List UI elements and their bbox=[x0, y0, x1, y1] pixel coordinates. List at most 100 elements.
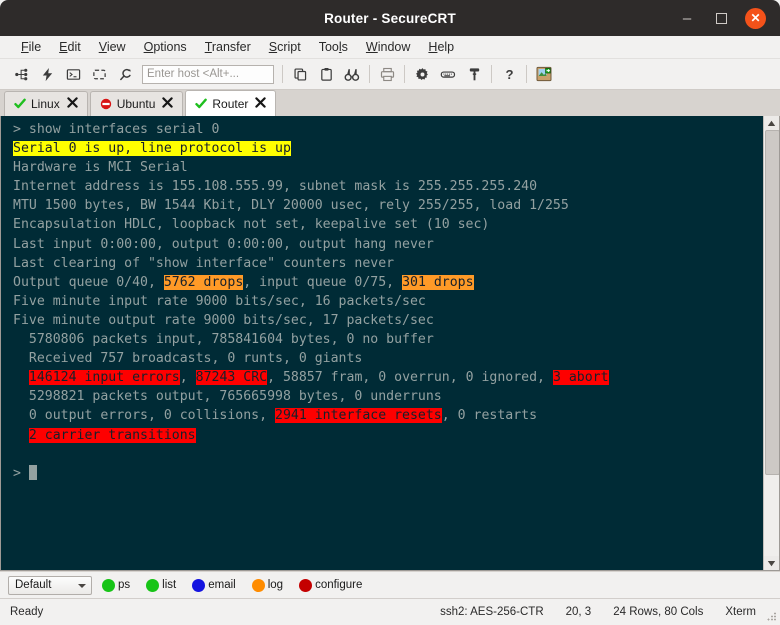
terminal-line: 5780806 packets input, 785841604 bytes, … bbox=[13, 330, 763, 349]
maximize-button[interactable] bbox=[711, 8, 731, 28]
tab-ubuntu-label: Ubuntu bbox=[116, 97, 156, 111]
terminal-line: 5298821 packets output, 765665998 bytes,… bbox=[13, 387, 763, 406]
terminal-text: Hardware is MCI Serial bbox=[13, 160, 188, 176]
copy-icon[interactable] bbox=[289, 62, 311, 86]
disconnect-icon[interactable] bbox=[114, 62, 136, 86]
terminal-output[interactable]: > show interfaces serial 0 Serial 0 is up… bbox=[1, 116, 763, 570]
tab-linux[interactable]: Linux bbox=[4, 91, 88, 116]
terminal-text: 5780806 packets input, 785841604 bytes, … bbox=[13, 332, 434, 348]
terminal-line: Hardware is MCI Serial bbox=[13, 158, 763, 177]
terminal-text: > bbox=[13, 465, 29, 481]
tab-router-close-icon[interactable] bbox=[255, 96, 267, 111]
window-controls: – ✕ bbox=[677, 7, 780, 29]
quick-connect-icon[interactable] bbox=[36, 62, 58, 86]
toolbar-separator-4 bbox=[491, 65, 492, 83]
menu-view[interactable]: View bbox=[90, 38, 135, 56]
reconnect-icon[interactable] bbox=[88, 62, 110, 86]
button-bar-select[interactable]: Default bbox=[8, 575, 92, 595]
menu-window[interactable]: Window bbox=[357, 38, 419, 56]
menu-options-label: ptions bbox=[153, 40, 187, 54]
button-ps[interactable]: ps bbox=[102, 578, 130, 592]
find-icon[interactable] bbox=[341, 62, 363, 86]
terminal-highlight-orange: 301 drops bbox=[402, 274, 474, 290]
terminal-highlight-red: 2 carrier transitions bbox=[28, 427, 196, 443]
menu-options-mnemonic: O bbox=[143, 40, 154, 54]
toolbar-separator bbox=[282, 65, 283, 83]
terminal-highlight-red: 3 abort bbox=[552, 370, 609, 386]
terminal-highlight-red: 87243 CRC bbox=[195, 370, 268, 386]
minimize-button[interactable]: – bbox=[677, 8, 697, 28]
terminal-text: , 58857 fram, 0 overrun, 0 ignored, bbox=[267, 370, 553, 386]
terminal-text: 5298821 packets output, 765665998 bytes,… bbox=[13, 389, 442, 405]
button-bar-select-value: Default bbox=[15, 579, 52, 591]
terminal-text: Last input 0:00:00, output 0:00:00, outp… bbox=[13, 236, 434, 252]
connect-icon[interactable] bbox=[10, 62, 32, 86]
status-right-group: ssh2: AES-256-CTR 20, 3 24 Rows, 80 Cols… bbox=[440, 606, 774, 618]
window-title: Router - SecureCRT bbox=[324, 10, 456, 26]
menu-script-label: cript bbox=[277, 40, 301, 54]
status-protocol: ssh2: AES-256-CTR bbox=[440, 606, 544, 618]
terminal-line: 0 output errors, 0 collisions, 2941 inte… bbox=[13, 406, 763, 425]
toolbar-separator-3 bbox=[404, 65, 405, 83]
menu-help-label: elp bbox=[437, 40, 455, 54]
terminal-line: Internet address is 155.108.555.99, subn… bbox=[13, 177, 763, 196]
menu-file[interactable]: File bbox=[12, 38, 50, 56]
scrollbar-track[interactable] bbox=[764, 130, 779, 556]
status-dot-green bbox=[102, 578, 115, 592]
status-state: Ready bbox=[10, 606, 44, 618]
terminal-scrollbar[interactable] bbox=[763, 116, 779, 570]
paste-icon[interactable] bbox=[315, 62, 337, 86]
terminal-highlight-yellow: Serial 0 is up, line protocol is up bbox=[13, 141, 291, 157]
tab-ubuntu-close-icon[interactable] bbox=[162, 97, 174, 111]
menu-script[interactable]: Script bbox=[260, 38, 310, 56]
scroll-down-icon[interactable] bbox=[764, 556, 779, 570]
status-bar: Ready ssh2: AES-256-CTR 20, 3 24 Rows, 8… bbox=[0, 598, 780, 625]
menu-edit-label: dit bbox=[67, 40, 81, 54]
button-configure[interactable]: configure bbox=[299, 578, 363, 592]
scrollbar-thumb[interactable] bbox=[765, 130, 779, 475]
toolbar-separator-2 bbox=[369, 65, 370, 83]
button-bar: Default ps list email log configure bbox=[0, 571, 780, 598]
tab-ubuntu[interactable]: Ubuntu bbox=[89, 91, 184, 116]
terminal-line: > show interfaces serial 0 bbox=[13, 120, 763, 139]
host-input[interactable] bbox=[142, 64, 274, 84]
menu-transfer[interactable]: Transfer bbox=[196, 38, 260, 56]
scroll-up-icon[interactable] bbox=[764, 116, 779, 130]
button-email[interactable]: email bbox=[192, 578, 236, 592]
button-list-label: list bbox=[162, 579, 177, 591]
help-icon[interactable]: ? bbox=[498, 62, 520, 86]
connect-local-shell-icon[interactable] bbox=[62, 62, 84, 86]
menu-tools[interactable]: Tools bbox=[310, 38, 357, 56]
terminal-text: MTU 1500 bytes, BW 1544 Kbit, DLY 20000 … bbox=[13, 198, 569, 214]
terminal-text: , 0 restarts bbox=[441, 408, 538, 424]
tab-linux-close-icon[interactable] bbox=[66, 97, 78, 111]
tab-router[interactable]: Router bbox=[185, 90, 277, 116]
session-options-icon[interactable] bbox=[411, 62, 433, 86]
terminal-line: Five minute output rate 9000 bits/sec, 1… bbox=[13, 311, 763, 330]
terminal-text: Last clearing of "show interface" counte… bbox=[13, 255, 395, 271]
keymap-editor-icon[interactable] bbox=[437, 62, 459, 86]
key-icon[interactable] bbox=[463, 62, 485, 86]
close-button[interactable]: ✕ bbox=[745, 7, 766, 29]
menu-file-label: ile bbox=[28, 40, 42, 54]
terminal-area: > show interfaces serial 0 Serial 0 is up… bbox=[0, 116, 780, 571]
tab-bar: Linux Ubuntu Router bbox=[0, 90, 780, 116]
button-configure-label: configure bbox=[315, 579, 363, 591]
terminal-highlight-red: 146124 input errors bbox=[28, 370, 180, 386]
menu-help[interactable]: Help bbox=[419, 38, 463, 56]
securecrt-window: Router - SecureCRT – ✕ File Edit View Op… bbox=[0, 0, 780, 625]
command-window-icon[interactable] bbox=[533, 62, 555, 86]
menu-edit[interactable]: Edit bbox=[50, 38, 90, 56]
print-icon[interactable] bbox=[376, 62, 398, 86]
menu-view-label: iew bbox=[106, 40, 126, 54]
menu-tools-prefix: Too bbox=[318, 40, 339, 54]
resize-grip-icon[interactable] bbox=[767, 612, 776, 621]
menu-window-mnemonic: W bbox=[365, 40, 378, 54]
button-list[interactable]: list bbox=[146, 578, 177, 592]
button-log[interactable]: log bbox=[251, 578, 283, 592]
menu-options[interactable]: Options bbox=[135, 38, 196, 56]
menu-transfer-label: ransfer bbox=[211, 40, 251, 54]
menu-edit-mnemonic: E bbox=[59, 40, 68, 54]
